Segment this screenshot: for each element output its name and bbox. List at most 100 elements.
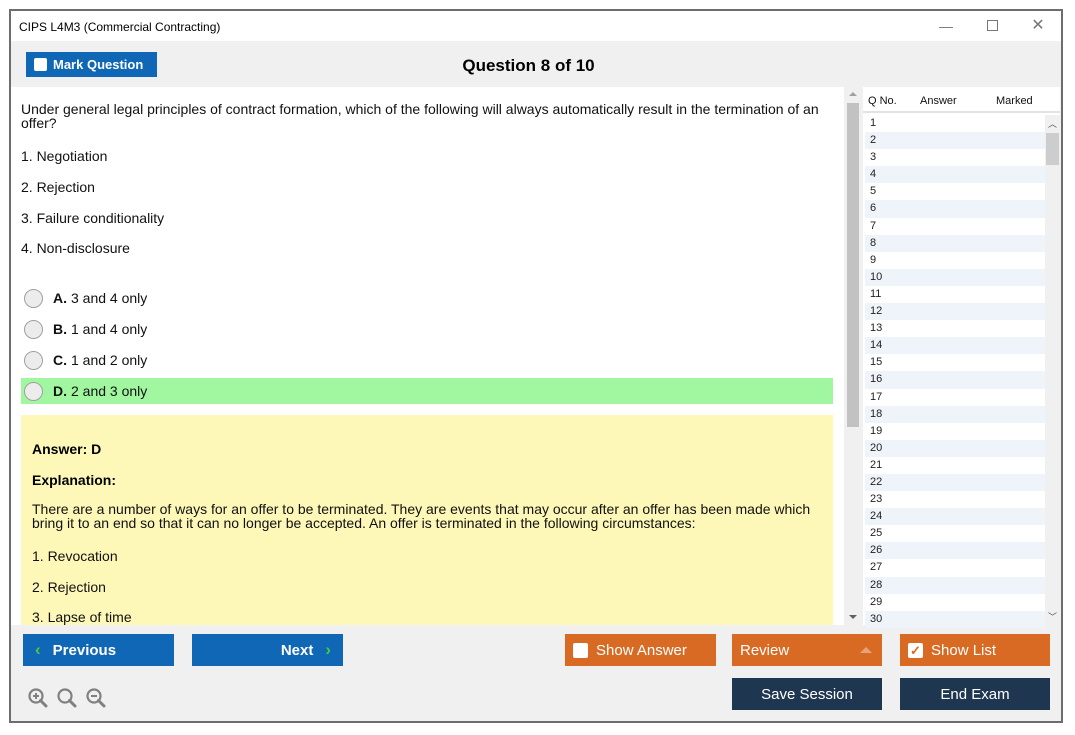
save-session-button[interactable]: Save Session xyxy=(732,678,882,710)
question-list-row[interactable]: 8 xyxy=(865,234,1045,252)
next-label: Next xyxy=(280,641,314,659)
question-list-row[interactable]: 27 xyxy=(865,559,1045,576)
question-list-row[interactable]: 26 xyxy=(865,542,1045,560)
option-letter: A. xyxy=(53,290,67,306)
question-list-row[interactable]: 30 xyxy=(865,610,1045,628)
option-b[interactable]: B. 1 and 4 only xyxy=(21,316,833,342)
question-scrollbar[interactable] xyxy=(844,87,862,625)
question-list-row[interactable]: 29 xyxy=(865,594,1045,611)
statement: 4. Non-disclosure xyxy=(21,240,130,256)
option-text: 1 and 4 only xyxy=(71,321,148,337)
previous-label: Previous xyxy=(52,641,117,659)
title-bar: CIPS L4M3 (Commercial Contracting) — ✕ xyxy=(11,11,1061,41)
question-list-row[interactable]: 11 xyxy=(865,286,1045,303)
zoom-controls xyxy=(27,687,107,709)
question-list-row[interactable]: 13 xyxy=(865,320,1045,337)
question-list-row[interactable]: 4 xyxy=(865,166,1045,184)
answer-label: Answer: D xyxy=(32,441,102,457)
option-a[interactable]: A. 3 and 4 only xyxy=(21,285,833,311)
scroll-up-icon[interactable] xyxy=(849,92,857,96)
statement: 3. Failure conditionality xyxy=(21,210,165,226)
radio-button[interactable] xyxy=(24,319,43,339)
question-list-row[interactable]: 21 xyxy=(865,457,1045,474)
question-list-header: Q No. Answer Marked xyxy=(863,87,1060,113)
chevron-down-icon[interactable]: ﹀ xyxy=(1047,610,1058,623)
radio-button[interactable] xyxy=(24,350,43,370)
explanation-item: 1. Revocation xyxy=(32,548,118,564)
question-list-row[interactable]: 10 xyxy=(865,268,1045,286)
radio-button[interactable] xyxy=(24,381,43,401)
chevron-up-icon[interactable]: ︿ xyxy=(1047,117,1058,130)
question-list-row[interactable]: 25 xyxy=(865,525,1045,542)
question-list-row[interactable]: 1 xyxy=(865,115,1045,132)
question-list-row[interactable]: 2 xyxy=(865,132,1045,150)
option-letter: C. xyxy=(53,352,67,368)
option-letter: B. xyxy=(53,321,67,337)
explanation-item: 3. Lapse of time xyxy=(32,609,132,625)
question-pane: Under general legal principles of contra… xyxy=(11,87,844,625)
scrollbar-thumb[interactable] xyxy=(1046,133,1059,165)
question-list-row[interactable]: 12 xyxy=(865,303,1045,321)
question-text: Under general legal principles of contra… xyxy=(21,101,819,131)
column-marked[interactable]: Marked xyxy=(996,95,1033,107)
question-list-row[interactable]: 5 xyxy=(865,183,1045,200)
mark-question-label: Mark Question xyxy=(53,57,144,72)
option-text: 3 and 4 only xyxy=(71,290,148,306)
option-text: 1 and 2 only xyxy=(71,352,148,368)
question-list-row[interactable]: 9 xyxy=(865,252,1045,269)
explanation-text: There are a number of ways for an offer … xyxy=(32,501,811,531)
question-list-row[interactable]: 28 xyxy=(865,576,1045,594)
scrollbar-thumb[interactable] xyxy=(847,103,859,427)
show-answer-label: Show Answer xyxy=(596,641,687,659)
zoom-reset-icon[interactable] xyxy=(56,687,78,709)
question-list-row[interactable]: 19 xyxy=(865,423,1045,440)
column-qno[interactable]: Q No. xyxy=(868,95,897,107)
show-list-toggle[interactable]: ✓ Show List xyxy=(900,634,1050,666)
question-list-row[interactable]: 6 xyxy=(865,200,1045,218)
chevron-left-icon: ‹ xyxy=(35,640,41,659)
zoom-in-icon[interactable] xyxy=(27,687,49,709)
question-list-row[interactable]: 22 xyxy=(865,473,1045,492)
mark-question-button[interactable]: Mark Question xyxy=(26,52,157,77)
show-answer-checkbox[interactable] xyxy=(573,642,588,658)
close-icon[interactable]: ✕ xyxy=(1023,15,1053,37)
show-answer-toggle[interactable]: Show Answer xyxy=(565,634,716,666)
chevron-right-icon: › xyxy=(325,640,331,659)
question-list-row[interactable]: 15 xyxy=(865,354,1045,371)
previous-button[interactable]: ‹ Previous xyxy=(23,634,174,666)
scroll-down-icon[interactable] xyxy=(849,615,857,619)
maximize-icon[interactable] xyxy=(977,15,1007,37)
explanation-label: Explanation: xyxy=(32,472,117,488)
mark-question-checkbox[interactable] xyxy=(34,58,47,71)
question-counter: Question 8 of 10 xyxy=(462,56,595,75)
question-list-row[interactable]: 23 xyxy=(865,491,1045,508)
zoom-out-icon[interactable] xyxy=(85,687,107,709)
question-list-row[interactable]: 16 xyxy=(865,371,1045,389)
question-list-row[interactable]: 18 xyxy=(865,405,1045,423)
question-list-row[interactable]: 24 xyxy=(865,508,1045,526)
option-c[interactable]: C. 1 and 2 only xyxy=(21,347,833,373)
show-list-checkbox[interactable]: ✓ xyxy=(908,642,923,658)
question-list: Q No. Answer Marked 1 2 3 4 5 6 7 8 9 10 11 12 13 14 1… xyxy=(863,87,1060,628)
review-dropdown[interactable]: Review xyxy=(732,634,882,666)
question-list-row[interactable]: 14 xyxy=(865,337,1045,355)
caret-up-icon xyxy=(860,647,872,653)
option-text: 2 and 3 only xyxy=(71,383,148,399)
app-window: CIPS L4M3 (Commercial Contracting) — ✕ M… xyxy=(9,9,1063,723)
question-list-row[interactable]: 3 xyxy=(865,149,1045,166)
column-answer[interactable]: Answer xyxy=(920,95,957,107)
radio-button[interactable] xyxy=(24,288,43,308)
option-letter: D. xyxy=(53,383,67,399)
question-list-scrollbar[interactable]: ︿ ﹀ xyxy=(1045,115,1060,625)
question-list-row[interactable]: 20 xyxy=(865,439,1045,457)
end-exam-button[interactable]: End Exam xyxy=(900,678,1050,710)
option-d[interactable]: D. 2 and 3 only xyxy=(21,378,833,404)
statement: 1. Negotiation xyxy=(21,148,108,164)
show-list-label: Show List xyxy=(931,641,997,659)
minimize-icon[interactable]: — xyxy=(931,15,961,37)
next-button[interactable]: Next › xyxy=(192,634,343,666)
answer-explanation-box: Answer: D Explanation: There are a numbe… xyxy=(21,415,833,625)
explanation-item: 2. Rejection xyxy=(32,579,106,595)
question-list-row[interactable]: 7 xyxy=(865,218,1045,235)
question-list-row[interactable]: 17 xyxy=(865,389,1045,406)
